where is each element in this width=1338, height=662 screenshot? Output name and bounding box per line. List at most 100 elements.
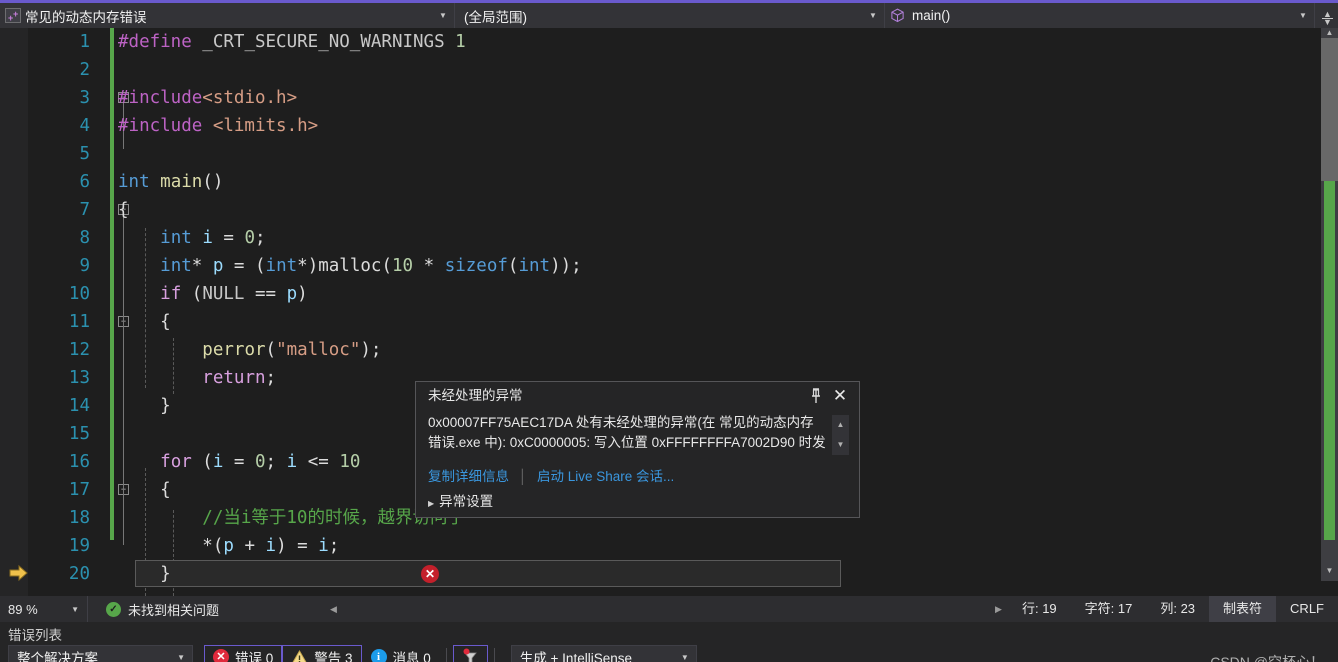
code-text: perror("malloc"); xyxy=(202,340,382,360)
exception-links: 复制详细信息 │ 启动 Live Share 会话... xyxy=(428,467,674,487)
scroll-down-icon[interactable]: ▼ xyxy=(832,435,849,455)
exception-popup[interactable]: 未经处理的异常 ✕ 0x00007FF75AEC17DA 处有未经处理的异常(在… xyxy=(415,381,860,518)
chevron-down-icon[interactable]: ▼ xyxy=(71,605,79,614)
zoom-level-dropdown[interactable]: 89 % ▼ xyxy=(0,596,88,622)
build-filter-dropdown[interactable]: 生成 + IntelliSense ▼ xyxy=(510,645,697,662)
editor-vertical-scrollbar[interactable]: ▲ ▼ xyxy=(1321,28,1338,581)
line-number: 6 xyxy=(79,172,90,192)
check-circle-icon: ✓ xyxy=(106,601,121,617)
code-text: #include <limits.h> xyxy=(118,116,319,136)
code-line: 3 #include<stdio.h> xyxy=(0,84,1338,112)
toolbar-divider xyxy=(493,648,495,662)
line-number: 1 xyxy=(79,32,90,52)
chevron-down-icon[interactable]: ▼ xyxy=(1294,3,1312,28)
error-list-title: 错误列表 xyxy=(8,628,62,643)
code-line: 10 if (NULL == p) xyxy=(0,280,1338,308)
pin-icon[interactable] xyxy=(807,387,825,405)
messages-filter-button[interactable]: i 消息 0 xyxy=(362,645,440,662)
project-dropdown[interactable]: + + 常见的动态内存错误 ▼ xyxy=(0,3,455,28)
exception-settings-label: 异常设置 xyxy=(439,494,494,509)
code-line: 1 #define _CRT_SECURE_NO_WARNINGS 1 xyxy=(0,28,1338,56)
line-number: 12 xyxy=(68,340,90,360)
code-text: //当i等于10的时候，越界访问了 xyxy=(118,508,465,528)
live-share-link[interactable]: 启动 Live Share 会话... xyxy=(537,469,674,484)
line-number: 5 xyxy=(79,144,90,164)
line-number: 3 xyxy=(79,88,90,108)
line-indicator: 行: 19 xyxy=(1021,601,1057,616)
errors-filter-button[interactable]: ✕ 错误 0 xyxy=(204,644,283,662)
error-glyph-icon[interactable]: ✕ xyxy=(421,565,439,583)
chevron-down-icon[interactable]: ▼ xyxy=(864,3,882,28)
line-number: 13 xyxy=(68,368,90,388)
exception-scroll-buttons[interactable]: ▲ ▼ xyxy=(832,415,849,455)
code-text: #define _CRT_SECURE_NO_WARNINGS 1 xyxy=(118,32,466,52)
scrollbar-thumb[interactable] xyxy=(1321,38,1338,181)
exception-title: 未经处理的异常 xyxy=(428,388,523,403)
line-number: 14 xyxy=(68,396,90,416)
scroll-down-icon[interactable]: ▼ xyxy=(1321,566,1338,581)
exception-message: 0x00007FF75AEC17DA 处有未经处理的异常(在 常见的动态内存 错… xyxy=(428,413,828,453)
visual-studio-window: + + 常见的动态内存错误 ▼ (全局范围) ▼ main() ▼ ▲ ▼ − − … xyxy=(0,0,1338,662)
close-icon[interactable]: ✕ xyxy=(830,386,850,406)
exception-message-line1: 0x00007FF75AEC17DA 处有未经处理的异常(在 常见的动态内存 xyxy=(428,415,814,430)
code-line: 4 #include <limits.h> xyxy=(0,112,1338,140)
warnings-filter-button[interactable]: 警告 3 xyxy=(282,644,362,662)
error-scope-dropdown[interactable]: 整个解决方案 ▼ xyxy=(8,645,193,662)
eol-indicator[interactable]: CRLF xyxy=(1276,596,1338,622)
line-number: 17 xyxy=(68,480,90,500)
chevron-down-icon[interactable]: ▼ xyxy=(434,3,452,28)
warnings-count-label: 警告 3 xyxy=(314,651,353,662)
code-text: #include<stdio.h> xyxy=(118,88,298,108)
status-bar-right: 行: 19 字符: 17 列: 23 制表符 CRLF xyxy=(1008,596,1338,622)
tabs-indicator[interactable]: 制表符 xyxy=(1209,596,1277,622)
chevron-down-icon[interactable]: ▼ xyxy=(177,653,185,662)
scope-dropdown[interactable]: (全局范围) ▼ xyxy=(455,3,885,28)
line-number: 11 xyxy=(68,312,90,332)
error-circle-icon: ✕ xyxy=(213,649,229,662)
symbol-dropdown[interactable]: main() ▼ xyxy=(885,3,1315,28)
line-number: 8 xyxy=(79,228,90,248)
line-number: 10 xyxy=(68,284,90,304)
info-circle-icon: i xyxy=(370,649,387,662)
symbol-name: main() xyxy=(912,8,951,23)
exception-settings-toggle[interactable]: ▶ 异常设置 xyxy=(428,492,493,514)
nav-back-icon[interactable]: ◀ xyxy=(330,604,337,615)
issue-status-label: 未找到相关问题 xyxy=(128,602,220,618)
issue-status[interactable]: ✓ 未找到相关问题 xyxy=(106,600,219,619)
code-text: { xyxy=(118,200,129,220)
code-text: for (i = 0; i <= 10 xyxy=(160,452,361,472)
code-text: } xyxy=(118,396,171,416)
watermark: CSDN @空杯心！ xyxy=(1210,654,1324,662)
code-text: { xyxy=(118,480,171,500)
code-line: 7{ xyxy=(0,196,1338,224)
filter-funnel-icon xyxy=(463,648,477,662)
errors-count-label: 错误 0 xyxy=(235,651,274,662)
line-number: 4 xyxy=(79,116,90,136)
copy-details-link[interactable]: 复制详细信息 xyxy=(428,469,509,484)
line-number: 19 xyxy=(68,536,90,556)
code-line: 6 int main() xyxy=(0,168,1338,196)
cube-icon xyxy=(891,8,904,23)
code-line: 2 xyxy=(0,56,1338,84)
line-number: 7 xyxy=(79,200,90,220)
nav-forward-icon[interactable]: ▶ xyxy=(995,604,1002,615)
build-filter-value: 生成 + IntelliSense xyxy=(519,651,632,662)
navigation-bar: + + 常见的动态内存错误 ▼ (全局范围) ▼ main() ▼ ▲ ▼ xyxy=(0,3,1338,31)
error-list-panel: 错误列表 整个解决方案 ▼ ✕ 错误 0 警告 3 i 消息 0 生成 + In… xyxy=(0,622,1338,662)
line-number: 18 xyxy=(68,508,90,528)
error-scope-value: 整个解决方案 xyxy=(17,651,98,662)
line-number: 16 xyxy=(68,452,90,472)
exception-message-line2: 错误.exe 中): 0xC0000005: 写入位置 0xFFFFFFFFA7… xyxy=(428,435,826,450)
code-line: 9 int* p = (int*)malloc(10 * sizeof(int)… xyxy=(0,252,1338,280)
zoom-level-value: 89 % xyxy=(8,601,38,617)
filter-button[interactable] xyxy=(452,644,488,662)
char-indicator: 字符: 17 xyxy=(1084,601,1133,616)
scroll-up-icon[interactable]: ▲ xyxy=(832,415,849,435)
project-name: 常见的动态内存错误 xyxy=(25,9,147,25)
status-bar: 89 % ▼ ✓ 未找到相关问题 ◀ ▶ 行: 19 字符: 17 列: 23 … xyxy=(0,596,1338,622)
code-line: 8 int i = 0; xyxy=(0,224,1338,252)
error-list-toolbar: 整个解决方案 ▼ ✕ 错误 0 警告 3 i 消息 0 生成 + Intelli… xyxy=(8,644,697,662)
code-line: 11 { xyxy=(0,308,1338,336)
chevron-down-icon[interactable]: ▼ xyxy=(681,653,689,662)
code-line: 12 perror("malloc"); xyxy=(0,336,1338,364)
